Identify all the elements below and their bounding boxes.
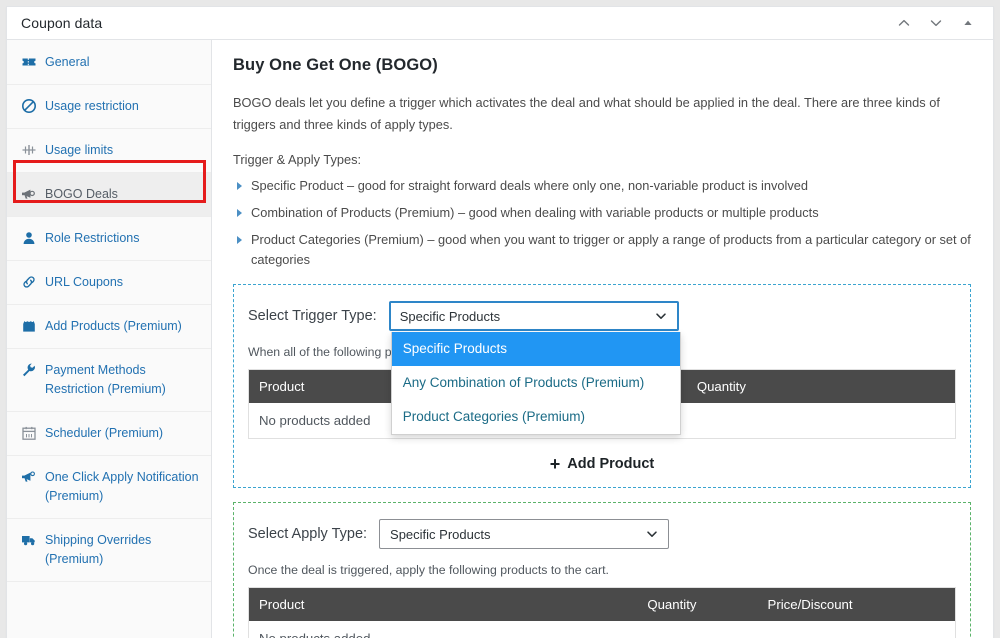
link-icon xyxy=(21,273,45,290)
trigger-type-select[interactable]: Specific Products Specific Products Any … xyxy=(388,301,681,435)
trigger-type-selected-value: Specific Products xyxy=(399,308,501,324)
section-title: Buy One Get One (BOGO) xyxy=(233,56,438,74)
sidebar-item-usage-limits[interactable]: Usage limits xyxy=(7,129,211,173)
add-product-button[interactable]: + Add Product xyxy=(248,455,956,473)
trigger-type-dropdown[interactable]: Specific Products Any Combination of Pro… xyxy=(390,332,681,435)
ban-icon xyxy=(21,97,45,114)
sidebar-item-label: Add Products (Premium) xyxy=(45,319,182,333)
move-up-icon[interactable] xyxy=(894,13,914,33)
apply-empty-message: No products added xyxy=(248,621,956,638)
table-header-row: Product Quantity Price/Discount xyxy=(248,587,956,621)
wrench-icon xyxy=(21,361,45,378)
ticket-icon xyxy=(21,53,45,70)
sidebar-item-label: One Click Apply Notification (Premium) xyxy=(45,470,199,503)
apply-type-select[interactable]: Specific Products xyxy=(379,519,670,549)
sidebar-item-label: Role Restrictions xyxy=(45,231,140,245)
trigger-section: Select Trigger Type: Specific Products S… xyxy=(233,284,971,488)
chevron-down-icon xyxy=(654,309,668,323)
trigger-type-list: Specific Product – good for straight for… xyxy=(233,176,971,270)
list-item: Specific Product – good for straight for… xyxy=(233,176,971,196)
sliders-icon xyxy=(21,141,45,158)
move-down-icon[interactable] xyxy=(926,13,946,33)
list-item: Product Categories (Premium) – good when… xyxy=(233,230,971,270)
apply-select-row: Select Apply Type: Specific Products xyxy=(248,519,956,549)
calendar-icon xyxy=(21,424,45,441)
dropdown-option-specific-products[interactable]: Specific Products xyxy=(391,332,680,366)
apply-product-table: Product Quantity Price/Discount No produ… xyxy=(248,587,956,638)
trigger-apply-types-label: Trigger & Apply Types: xyxy=(233,152,362,167)
apply-type-selected-value: Specific Products xyxy=(390,526,491,542)
sidebar-item-label: BOGO Deals xyxy=(45,187,118,201)
column-header-price-discount: Price/Discount xyxy=(757,587,956,621)
chevron-down-icon xyxy=(645,527,659,541)
sidebar-item-label: URL Coupons xyxy=(45,275,124,289)
megaphone-icon xyxy=(21,468,45,485)
sidebar-item-url-coupons[interactable]: URL Coupons xyxy=(7,261,211,305)
sidebar-item-one-click-apply-notification[interactable]: One Click Apply Notification (Premium) xyxy=(7,456,211,519)
sidebar-item-label: Shipping Overrides (Premium) xyxy=(45,533,152,566)
page-title: Coupon data xyxy=(21,15,103,31)
sidebar-item-general[interactable]: General xyxy=(7,41,211,85)
main-content: Buy One Get One (BOGO) BOGO deals let yo… xyxy=(212,40,993,638)
trigger-select-label: Select Trigger Type: xyxy=(248,308,377,324)
panel-header: Coupon data xyxy=(7,7,993,40)
truck-icon xyxy=(21,531,45,548)
panel-header-actions xyxy=(894,13,982,33)
sidebar-item-role-restrictions[interactable]: Role Restrictions xyxy=(7,217,211,261)
list-item: Combination of Products (Premium) – good… xyxy=(233,203,971,223)
dropdown-option-any-combination[interactable]: Any Combination of Products (Premium) xyxy=(392,366,680,400)
settings-sidebar: General Usage restriction Usage limits B… xyxy=(7,40,212,638)
coupon-data-panel: Coupon data General Usage restriction Us… xyxy=(6,6,994,638)
column-header-product: Product xyxy=(248,587,638,621)
megaphone-icon xyxy=(21,185,45,202)
sidebar-item-label: Scheduler (Premium) xyxy=(45,426,164,440)
sidebar-item-label: Usage limits xyxy=(45,143,114,157)
apply-hint: Once the deal is triggered, apply the fo… xyxy=(248,563,609,577)
sidebar-item-bogo-deals[interactable]: BOGO Deals xyxy=(7,173,211,217)
trigger-select-row: Select Trigger Type: Specific Products S… xyxy=(248,301,956,435)
column-header-quantity: Quantity xyxy=(637,587,758,621)
panel-body: General Usage restriction Usage limits B… xyxy=(7,40,993,638)
column-header-quantity: Quantity xyxy=(686,369,956,403)
sidebar-item-scheduler[interactable]: Scheduler (Premium) xyxy=(7,412,211,456)
sidebar-item-label: General xyxy=(45,55,90,69)
sidebar-item-label: Payment Methods Restriction (Premium) xyxy=(45,363,166,396)
sidebar-item-payment-methods-restriction[interactable]: Payment Methods Restriction (Premium) xyxy=(7,349,211,412)
store-icon xyxy=(21,317,45,334)
sidebar-item-shipping-overrides[interactable]: Shipping Overrides (Premium) xyxy=(7,519,211,582)
toggle-panel-icon[interactable] xyxy=(958,13,978,33)
sidebar-item-usage-restriction[interactable]: Usage restriction xyxy=(7,85,211,129)
page-edge-right xyxy=(994,0,1000,638)
sidebar-item-add-products[interactable]: Add Products (Premium) xyxy=(7,305,211,349)
table-row: No products added xyxy=(248,621,956,638)
sidebar-item-label: Usage restriction xyxy=(45,99,139,113)
apply-section: Select Apply Type: Specific Products Onc… xyxy=(233,502,971,638)
user-icon xyxy=(21,229,45,246)
apply-select-label: Select Apply Type: xyxy=(248,526,368,542)
add-product-label: Add Product xyxy=(567,456,655,472)
section-intro: BOGO deals let you define a trigger whic… xyxy=(233,95,940,132)
dropdown-option-product-categories[interactable]: Product Categories (Premium) xyxy=(392,400,680,434)
plus-icon: + xyxy=(549,454,561,474)
coupon-data-screen: Coupon data General Usage restriction Us… xyxy=(0,0,1000,638)
